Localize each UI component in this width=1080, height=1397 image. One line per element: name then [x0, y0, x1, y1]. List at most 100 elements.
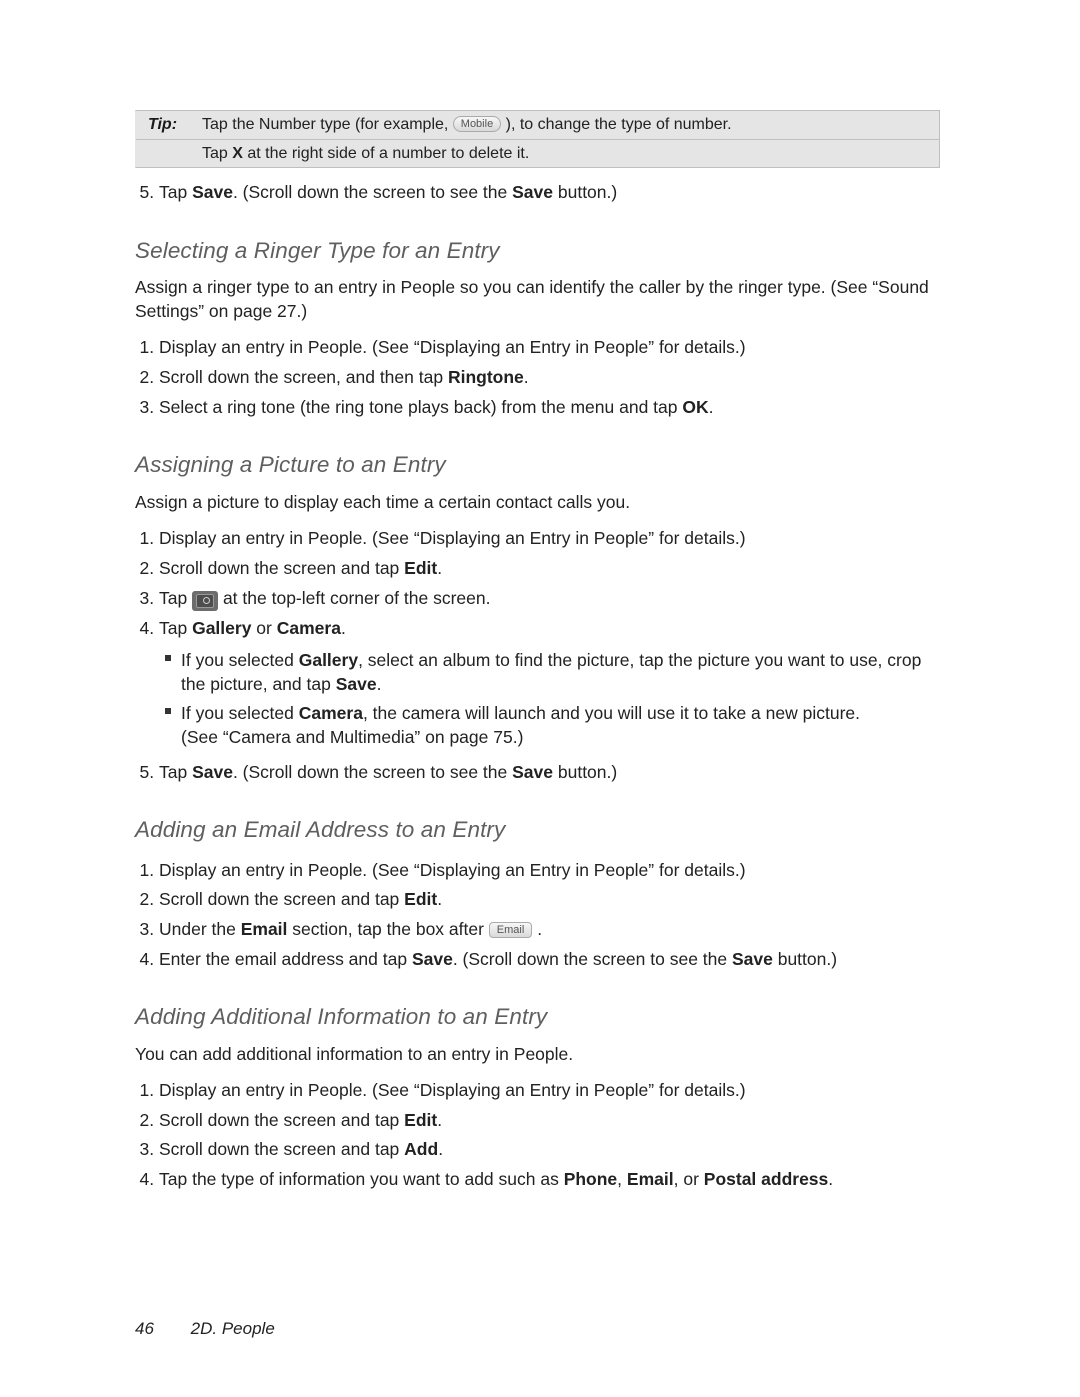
- bold-email: Email: [627, 1169, 674, 1189]
- bold-save: Save: [192, 182, 233, 202]
- page-number: 46: [135, 1319, 154, 1338]
- bold-x: X: [232, 145, 243, 162]
- heading-picture: Assigning a Picture to an Entry: [135, 450, 940, 480]
- bold-ok: OK: [682, 397, 708, 417]
- text: .: [828, 1169, 833, 1189]
- bold-save: Save: [512, 762, 553, 782]
- text: Tap the Number type (for example,: [202, 116, 453, 133]
- text: .: [437, 1110, 442, 1130]
- text: Tap: [159, 618, 192, 638]
- intro-picture: Assign a picture to display each time a …: [135, 491, 940, 515]
- bold-camera: Camera: [277, 618, 341, 638]
- bold-gallery: Gallery: [299, 650, 358, 670]
- text: Enter the email address and tap: [159, 949, 412, 969]
- tip-label: Tip:: [148, 114, 192, 136]
- text: .: [537, 919, 542, 939]
- steps-ringer: Display an entry in People. (See “Displa…: [135, 333, 940, 422]
- list-item: Scroll down the screen and tap Edit.: [159, 885, 940, 915]
- page-footer: 46 2D. People: [135, 1318, 275, 1341]
- tip-row-2: Tap X at the right side of a number to d…: [136, 139, 939, 168]
- text: Display an entry in People. (See “Displa…: [159, 528, 746, 548]
- text: If you selected: [181, 703, 299, 723]
- bold-save: Save: [412, 949, 453, 969]
- text: If you selected: [181, 650, 299, 670]
- bold-postal: Postal address: [704, 1169, 829, 1189]
- text: .: [341, 618, 346, 638]
- steps-picture: Display an entry in People. (See “Displa…: [135, 524, 940, 787]
- bold-save: Save: [512, 182, 553, 202]
- list-item: Scroll down the screen and tap Add.: [159, 1135, 940, 1165]
- list-item: If you selected Gallery, select an album…: [181, 646, 940, 699]
- text: , the camera will launch and you will us…: [363, 703, 860, 723]
- text: Scroll down the screen and tap: [159, 558, 404, 578]
- text: ,: [617, 1169, 627, 1189]
- text: Tap: [159, 588, 192, 608]
- text: Scroll down the screen, and then tap: [159, 367, 448, 387]
- tip-line-2: Tap X at the right side of a number to d…: [192, 143, 931, 165]
- tip-line-1: Tap the Number type (for example, Mobile…: [192, 114, 931, 136]
- text: Display an entry in People. (See “Displa…: [159, 337, 746, 357]
- bold-phone: Phone: [564, 1169, 617, 1189]
- list-item: Scroll down the screen, and then tap Rin…: [159, 363, 940, 393]
- list-item: If you selected Camera, the camera will …: [181, 699, 940, 752]
- tip-box: Tip: Tap the Number type (for example, M…: [135, 110, 940, 168]
- text: , or: [674, 1169, 704, 1189]
- email-chip-icon: Email: [489, 922, 533, 938]
- intro-ringer: Assign a ringer type to an entry in Peop…: [135, 276, 940, 323]
- bold-edit: Edit: [404, 558, 437, 578]
- list-item: Display an entry in People. (See “Displa…: [159, 1076, 940, 1106]
- list-item: Enter the email address and tap Save. (S…: [159, 945, 940, 975]
- text: section, tap the box after: [287, 919, 488, 939]
- bold-edit: Edit: [404, 1110, 437, 1130]
- bold-gallery: Gallery: [192, 618, 251, 638]
- text: button.): [553, 762, 617, 782]
- text: Tap: [159, 182, 192, 202]
- text: at the right side of a number to delete …: [243, 145, 529, 162]
- list-item: Under the Email section, tap the box aft…: [159, 915, 940, 945]
- bold-save: Save: [336, 674, 377, 694]
- text: Tap the type of information you want to …: [159, 1169, 564, 1189]
- text: Scroll down the screen and tap: [159, 1139, 404, 1159]
- footer-section: 2D. People: [191, 1319, 275, 1338]
- text: Scroll down the screen and tap: [159, 889, 404, 909]
- sub-list: If you selected Gallery, select an album…: [159, 646, 940, 753]
- bold-email: Email: [241, 919, 288, 939]
- step-list-continued: Tap Save. (Scroll down the screen to see…: [135, 178, 940, 208]
- list-item: Scroll down the screen and tap Edit.: [159, 1106, 940, 1136]
- text: button.): [553, 182, 617, 202]
- text: .: [437, 558, 442, 578]
- list-item: Scroll down the screen and tap Edit.: [159, 554, 940, 584]
- tip-row-1: Tip: Tap the Number type (for example, M…: [136, 111, 939, 139]
- list-item: Select a ring tone (the ring tone plays …: [159, 393, 940, 423]
- list-item: Display an entry in People. (See “Displa…: [159, 333, 940, 363]
- bold-save: Save: [192, 762, 233, 782]
- list-item: Tap at the top-left corner of the screen…: [159, 584, 940, 614]
- text: Select a ring tone (the ring tone plays …: [159, 397, 682, 417]
- text: button.): [773, 949, 837, 969]
- text: at the top-left corner of the screen.: [223, 588, 491, 608]
- bold-ringtone: Ringtone: [448, 367, 524, 387]
- text: Under the: [159, 919, 241, 939]
- bold-camera: Camera: [299, 703, 363, 723]
- text: .: [709, 397, 714, 417]
- text: Tap: [159, 762, 192, 782]
- list-item: Tap the type of information you want to …: [159, 1165, 940, 1195]
- mobile-chip-icon: Mobile: [453, 116, 501, 132]
- heading-ringer: Selecting a Ringer Type for an Entry: [135, 236, 940, 266]
- intro-additional: You can add additional information to an…: [135, 1043, 940, 1067]
- list-item: Tap Gallery or Camera. If you selected G…: [159, 614, 940, 758]
- list-item: Display an entry in People. (See “Displa…: [159, 856, 940, 886]
- text: ), to change the type of number.: [506, 116, 732, 133]
- text: .: [377, 674, 382, 694]
- text: .: [524, 367, 529, 387]
- heading-email: Adding an Email Address to an Entry: [135, 815, 940, 845]
- text: .: [438, 1139, 443, 1159]
- steps-email: Display an entry in People. (See “Displa…: [135, 856, 940, 975]
- text: Display an entry in People. (See “Displa…: [159, 860, 746, 880]
- bold-save: Save: [732, 949, 773, 969]
- text: Display an entry in People. (See “Displa…: [159, 1080, 746, 1100]
- text: Tap: [202, 145, 232, 162]
- list-item: Tap Save. (Scroll down the screen to see…: [159, 178, 940, 208]
- text: . (Scroll down the screen to see the: [233, 182, 512, 202]
- text: (See “Camera and Multimedia” on page 75.…: [181, 726, 940, 750]
